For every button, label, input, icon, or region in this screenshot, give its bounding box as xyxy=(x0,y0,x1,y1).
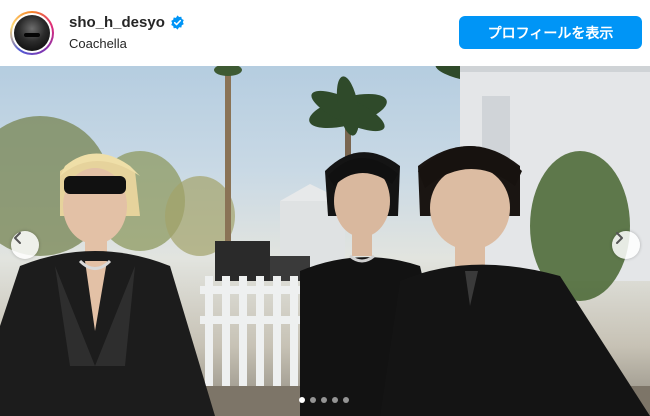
carousel-dot xyxy=(321,397,327,403)
avatar[interactable] xyxy=(10,11,54,55)
carousel-dot xyxy=(310,397,316,403)
carousel-dots xyxy=(299,397,349,403)
post-header: sho_h_desyo Coachella プロフィールを表示 xyxy=(0,0,650,66)
post-photo[interactable] xyxy=(0,66,650,416)
location-link[interactable]: Coachella xyxy=(69,36,185,51)
view-profile-button[interactable]: プロフィールを表示 xyxy=(459,16,642,49)
photo-illustration xyxy=(0,66,650,416)
carousel-dot xyxy=(299,397,305,403)
carousel-dot xyxy=(332,397,338,403)
verified-badge-icon xyxy=(171,15,184,30)
carousel-prev-button[interactable] xyxy=(11,231,39,259)
avatar-image xyxy=(14,15,50,51)
carousel-next-button[interactable] xyxy=(612,231,640,259)
chevron-left-icon xyxy=(14,232,21,244)
carousel-dot xyxy=(343,397,349,403)
user-info: sho_h_desyo Coachella xyxy=(69,14,185,51)
chevron-right-icon xyxy=(616,232,623,244)
username-link[interactable]: sho_h_desyo xyxy=(69,14,165,31)
